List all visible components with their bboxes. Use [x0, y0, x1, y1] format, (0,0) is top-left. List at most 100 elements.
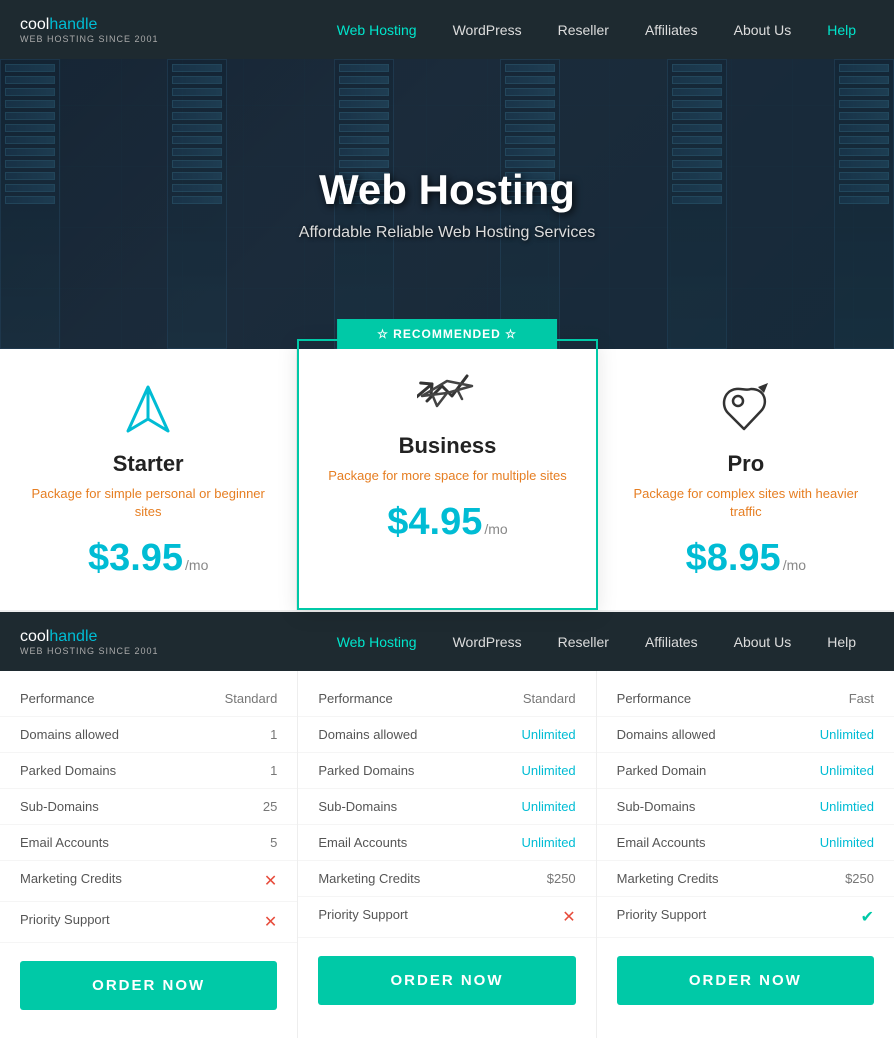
feature-value: Unlimited [521, 799, 575, 814]
recommended-badge: ☆ RECOMMENDED ☆ [337, 319, 557, 349]
business-icon [417, 361, 477, 421]
feature-row: Email Accounts Unlimited [298, 825, 595, 861]
feature-label: Performance [20, 691, 94, 706]
features-pro: Performance Fast Domains allowed Unlimit… [597, 671, 894, 1038]
nav-help[interactable]: Help [809, 0, 874, 59]
nav2-about-us[interactable]: About Us [716, 612, 810, 671]
order-btn-wrap-business: ORDER NOW [298, 938, 595, 1023]
hero-content: Web Hosting Affordable Reliable Web Host… [299, 166, 595, 242]
feature-priority-support-business: Priority Support ✕ [298, 897, 595, 938]
hero-section: Web Hosting Affordable Reliable Web Host… [0, 59, 894, 349]
business-price: $4.95 /mo [319, 501, 575, 544]
feature-label: Sub-Domains [20, 799, 99, 814]
pricing-card-starter: Starter Package for simple personal or b… [0, 349, 297, 610]
order-now-button-pro[interactable]: ORDER NOW [617, 956, 874, 1005]
feature-label: Marketing Credits [20, 871, 122, 891]
feature-label: Email Accounts [617, 835, 706, 850]
order-now-button-starter[interactable]: ORDER NOW [20, 961, 277, 1010]
feature-label: Domains allowed [318, 727, 417, 742]
feature-row: Marketing Credits $250 [298, 861, 595, 897]
order-now-button-business[interactable]: ORDER NOW [318, 956, 575, 1005]
feature-value: 25 [263, 799, 277, 814]
pro-price: $8.95 /mo [618, 537, 874, 580]
logo-tagline: WEB HOSTING SINCE 2001 [20, 34, 159, 44]
feature-value: 1 [270, 763, 277, 778]
feature-priority-support-starter: Priority Support ✕ [0, 902, 297, 943]
starter-price-mo: /mo [185, 557, 208, 573]
order-btn-wrap-pro: ORDER NOW [597, 938, 894, 1023]
starter-price: $3.95 /mo [20, 537, 276, 580]
nav2-wordpress[interactable]: WordPress [435, 612, 540, 671]
logo-cool: cool [20, 16, 49, 33]
logo[interactable]: coolhandle WEB HOSTING SINCE 2001 [20, 16, 159, 44]
feature-row: Domains allowed Unlimited [298, 717, 595, 753]
feature-label: Sub-Domains [318, 799, 397, 814]
nav-web-hosting[interactable]: Web Hosting [319, 0, 435, 59]
features-starter: Performance Standard Domains allowed 1 P… [0, 671, 298, 1038]
hero-title: Web Hosting [299, 166, 595, 214]
feature-value: Unlimited [820, 763, 874, 778]
pro-price-value: $8.95 [686, 537, 781, 580]
feature-value-cross: ✕ [264, 912, 277, 932]
feature-value: $250 [547, 871, 576, 886]
nav-links: Web Hosting WordPress Reseller Affiliate… [319, 0, 874, 59]
feature-label: Domains allowed [20, 727, 119, 742]
feature-value: 1 [270, 727, 277, 742]
feature-label: Email Accounts [20, 835, 109, 850]
nav2-affiliates[interactable]: Affiliates [627, 612, 716, 671]
pro-price-mo: /mo [783, 557, 806, 573]
feature-value: Unlimited [521, 763, 575, 778]
feature-row: Sub-Domains Unlimtied [597, 789, 894, 825]
feature-value: Unlimited [820, 727, 874, 742]
feature-label: Priority Support [617, 907, 707, 927]
feature-label: Domains allowed [617, 727, 716, 742]
feature-row: Performance Standard [0, 681, 297, 717]
business-price-mo: /mo [484, 521, 507, 537]
nav-reseller[interactable]: Reseller [540, 0, 627, 59]
nav-affiliates[interactable]: Affiliates [627, 0, 716, 59]
feature-label: Performance [318, 691, 392, 706]
feature-row: Marketing Credits $250 [597, 861, 894, 897]
feature-value: Standard [225, 691, 278, 706]
logo-handle: handle [49, 16, 97, 33]
nav-wordpress[interactable]: WordPress [435, 0, 540, 59]
hero-subtitle: Affordable Reliable Web Hosting Services [299, 224, 595, 242]
starter-price-value: $3.95 [88, 537, 183, 580]
nav-about-us[interactable]: About Us [716, 0, 810, 59]
nav2-web-hosting[interactable]: Web Hosting [319, 612, 435, 671]
starter-icon [118, 379, 178, 439]
feature-row: Parked Domains 1 [0, 753, 297, 789]
feature-value: Unlimtied [820, 799, 874, 814]
feature-value-cross: ✕ [264, 871, 277, 891]
pricing-section: Starter Package for simple personal or b… [0, 349, 894, 612]
feature-value: Fast [849, 691, 874, 706]
starter-desc: Package for simple personal or beginner … [20, 485, 276, 521]
business-name: Business [319, 433, 575, 459]
order-btn-wrap-starter: ORDER NOW [0, 943, 297, 1028]
feature-row: Performance Fast [597, 681, 894, 717]
feature-label: Marketing Credits [318, 871, 420, 886]
nav2-reseller[interactable]: Reseller [540, 612, 627, 671]
feature-label: Priority Support [318, 907, 408, 927]
logo2[interactable]: coolhandle WEB HOSTING SINCE 2001 [20, 628, 159, 656]
nav-links2: Web Hosting WordPress Reseller Affiliate… [319, 612, 874, 671]
feature-row: Sub-Domains 25 [0, 789, 297, 825]
pricing-card-business: Business Package for more space for mult… [297, 339, 597, 610]
pro-name: Pro [618, 451, 874, 477]
feature-value: $250 [845, 871, 874, 886]
feature-row: Domains allowed 1 [0, 717, 297, 753]
pro-icon [716, 379, 776, 439]
feature-label: Performance [617, 691, 691, 706]
feature-row: Email Accounts 5 [0, 825, 297, 861]
feature-value: Unlimited [820, 835, 874, 850]
feature-row: Domains allowed Unlimited [597, 717, 894, 753]
pro-desc: Package for complex sites with heavier t… [618, 485, 874, 521]
starter-name: Starter [20, 451, 276, 477]
pricing-card-pro: Pro Package for complex sites with heavi… [598, 349, 894, 610]
top-navbar: coolhandle WEB HOSTING SINCE 2001 Web Ho… [0, 0, 894, 59]
features-section: Performance Standard Domains allowed 1 P… [0, 671, 894, 1038]
feature-label: Parked Domains [318, 763, 414, 778]
feature-label: Priority Support [20, 912, 110, 932]
nav2-help[interactable]: Help [809, 612, 874, 671]
feature-value-cross: ✕ [562, 907, 575, 927]
